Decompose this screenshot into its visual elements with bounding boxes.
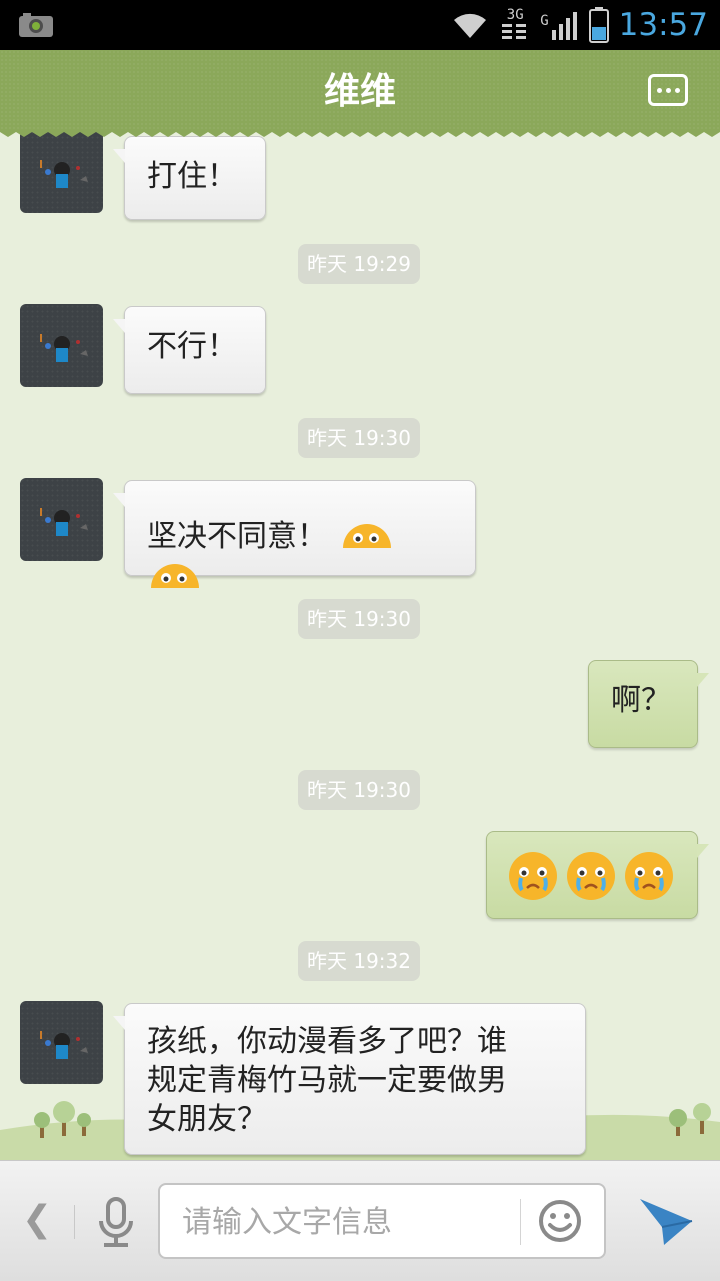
avatar-image [40, 508, 88, 536]
message-bubble[interactable]: 孩纸，你动漫看多了吧？谁 规定青梅竹马就一定要做男 女朋友？ [113, 1003, 586, 1155]
worried-face-icon [342, 523, 391, 548]
back-icon[interactable]: ❮ [22, 1199, 52, 1240]
microphone-icon[interactable] [96, 1197, 136, 1249]
divider [520, 1199, 521, 1245]
avatar[interactable] [20, 130, 103, 213]
emoji-icon[interactable] [538, 1199, 582, 1243]
worried-face-icon [151, 563, 199, 588]
message-input-container [158, 1183, 606, 1259]
avatar[interactable] [20, 478, 103, 561]
message-text-line: 规定青梅竹马就一定要做男 [147, 1063, 507, 1098]
more-icon-dot [674, 87, 680, 93]
message-text: 打住！ [147, 159, 237, 194]
message-text: 坚决不同意！ [147, 519, 327, 554]
message-bubble[interactable] [486, 831, 709, 919]
message-text-line: 孩纸，你动漫看多了吧？谁 [147, 1024, 507, 1059]
avatar[interactable] [20, 304, 103, 387]
avatar-image [40, 1031, 88, 1059]
message-text-line: 女朋友？ [147, 1102, 267, 1137]
avatar-image [40, 160, 88, 188]
more-menu-button[interactable] [648, 74, 688, 106]
title-bar: 维维 [0, 50, 720, 130]
message-bubble[interactable]: 坚决不同意！ [113, 480, 476, 588]
avatar-image [40, 334, 88, 362]
divider [74, 1205, 75, 1239]
network-3g-label: 3G [506, 7, 524, 23]
timestamp: 昨天 19:30 [298, 418, 420, 458]
message-bubble[interactable]: 不行！ [113, 306, 266, 394]
signal-icon [551, 12, 577, 40]
timestamp: 昨天 19:30 [298, 770, 420, 810]
timestamp: 昨天 19:32 [298, 941, 420, 981]
message-bubble[interactable]: 打住！ [113, 136, 266, 220]
more-icon-dot [665, 87, 671, 93]
wifi-icon [454, 13, 487, 38]
timestamp: 昨天 19:30 [298, 599, 420, 639]
camera-notification-icon [19, 13, 53, 37]
network-g-label: G [540, 13, 549, 29]
status-time: 13:57 [618, 7, 708, 43]
crying-face-icon [509, 852, 557, 900]
message-input[interactable] [180, 1197, 504, 1247]
message-text: 啊？ [611, 683, 671, 718]
timestamp: 昨天 19:29 [298, 244, 420, 284]
title-bar-edge [0, 130, 720, 137]
more-icon [656, 87, 662, 93]
chat-history[interactable]: 打住！ 昨天 19:29 不行！ 昨天 19:30 坚决不同意！ 昨天 19:3… [0, 130, 720, 1160]
crying-face-icon [567, 852, 615, 900]
send-icon[interactable] [638, 1197, 694, 1247]
message-bubble[interactable]: 啊？ [588, 660, 709, 748]
page-title: 维维 [323, 71, 396, 112]
battery-icon [588, 7, 609, 43]
input-bar: ❮ [0, 1160, 720, 1281]
data-arrows-icon [502, 24, 527, 39]
crying-face-icon [625, 852, 673, 900]
status-bar: 3G G 13:57 [0, 0, 720, 50]
avatar[interactable] [20, 1001, 103, 1084]
message-text: 不行！ [147, 329, 237, 364]
